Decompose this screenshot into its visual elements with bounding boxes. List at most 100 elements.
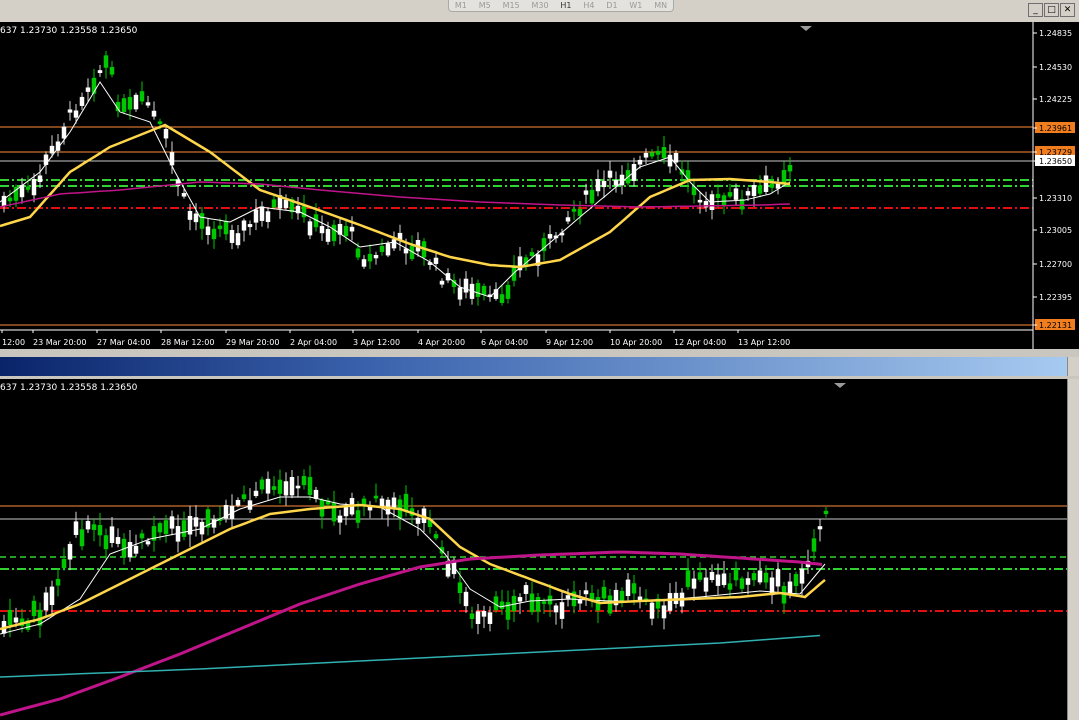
- candle-body: [823, 510, 829, 515]
- maximize-button[interactable]: □: [1044, 3, 1059, 17]
- candle-body: [457, 582, 463, 593]
- candle-body: [793, 574, 799, 587]
- candle-body: [751, 185, 757, 197]
- candle-body: [79, 96, 85, 106]
- ma-very-long-line: [0, 634, 821, 678]
- candle-body: [691, 186, 697, 196]
- candle-body: [55, 578, 61, 586]
- candle-body: [343, 226, 349, 237]
- candle-body: [25, 186, 31, 190]
- chart-window-h1-top[interactable]: 1.24835 1.24530 1.24225 1.23961 1.23729 1.236…: [0, 22, 1079, 349]
- candle-body: [733, 188, 739, 200]
- candle-body: [109, 66, 115, 75]
- candle-body: [727, 192, 733, 197]
- candle-body: [535, 597, 541, 612]
- candle-body: [91, 524, 97, 530]
- candle-body: [559, 602, 565, 619]
- candle-body: [241, 220, 247, 231]
- chart-canvas[interactable]: 1.248351.245301.242251.239611.237291.236…: [0, 22, 1079, 349]
- candle-body: [259, 479, 265, 490]
- tf-w1[interactable]: W1: [629, 1, 642, 11]
- candle-body: [139, 533, 145, 539]
- candle-body: [373, 495, 379, 499]
- candle-body: [583, 590, 589, 595]
- time-tick-label: 10 Apr 20:00: [610, 338, 662, 347]
- tf-h1[interactable]: H1: [560, 1, 571, 11]
- candle-body: [505, 284, 511, 299]
- candle-body: [697, 572, 703, 580]
- candle-body: [601, 586, 607, 599]
- candle-body: [685, 570, 691, 587]
- tf-m5[interactable]: M5: [479, 1, 491, 11]
- chart-window-h1-bottom[interactable]: 637 1.23730 1.23558 1.23650: [0, 379, 1079, 720]
- candle-body: [565, 217, 571, 222]
- candle-body: [169, 516, 175, 529]
- timeframe-toolbar: M1 M5 M15 M30 H1 H4 D1 W1 MN: [448, 0, 674, 12]
- time-tick-label: 23 Mar 20:00: [33, 338, 86, 347]
- price-tick-label: 1.23310: [1039, 194, 1072, 203]
- candle-body: [499, 294, 505, 303]
- candle-body: [439, 280, 445, 285]
- candle-body: [355, 248, 361, 258]
- minimize-button[interactable]: _: [1028, 3, 1043, 17]
- terminal-top-strip: M1 M5 M15 M30 H1 H4 D1 W1 MN _ □ ✕: [0, 0, 1079, 23]
- tf-m1[interactable]: M1: [455, 1, 467, 11]
- candle-body: [133, 545, 139, 554]
- candle-body: [481, 285, 487, 295]
- price-tick-label: 1.22700: [1039, 260, 1072, 269]
- time-tick-label: 3 Apr 12:00: [353, 338, 400, 347]
- candle-body: [271, 486, 277, 490]
- candle-body: [151, 110, 157, 117]
- candle-body: [373, 255, 379, 259]
- candle-body: [145, 102, 151, 106]
- right-scrollbar[interactable]: [1067, 379, 1079, 720]
- tf-mn[interactable]: MN: [654, 1, 667, 11]
- candle-body: [361, 259, 367, 267]
- candle-body: [127, 96, 133, 110]
- candle-body: [307, 221, 313, 236]
- chart-window-titlebar[interactable]: [0, 357, 1068, 376]
- chart-canvas-2[interactable]: [0, 379, 1079, 720]
- time-tick-label: 12 Apr 04:00: [674, 338, 726, 347]
- candle-body: [655, 150, 661, 155]
- tf-h4[interactable]: H4: [583, 1, 594, 11]
- candle-body: [259, 206, 265, 221]
- candle-body: [667, 593, 673, 611]
- candle-body: [271, 199, 277, 208]
- candle-body: [817, 526, 823, 530]
- candle-body: [757, 570, 763, 583]
- tf-m15[interactable]: M15: [503, 1, 520, 11]
- candle-body: [127, 542, 133, 558]
- triangle-down-icon: [834, 383, 846, 388]
- titlebar-scroll-button[interactable]: [1067, 357, 1079, 376]
- candle-body: [697, 199, 703, 203]
- candle-body: [253, 490, 259, 497]
- candle-body: [787, 164, 793, 172]
- candle-body: [31, 600, 37, 617]
- candle-body: [223, 220, 229, 235]
- candle-body: [745, 191, 751, 196]
- candle-body: [415, 517, 421, 524]
- candle-body: [733, 569, 739, 581]
- time-tick-label: 9 Apr 12:00: [546, 338, 593, 347]
- candle-body: [541, 601, 547, 604]
- tf-m30[interactable]: M30: [531, 1, 548, 11]
- candle-body: [61, 126, 67, 139]
- candle-body: [649, 602, 655, 619]
- candle-body: [85, 87, 91, 92]
- candle-body: [499, 601, 505, 609]
- candle-body: [703, 577, 709, 592]
- candle-body: [319, 226, 325, 234]
- candle-body: [487, 612, 493, 624]
- candle-body: [205, 226, 211, 236]
- candle-body: [235, 233, 241, 246]
- candle-body: [193, 213, 199, 223]
- candle-body: [361, 498, 367, 505]
- tf-d1[interactable]: D1: [606, 1, 617, 11]
- candle-body: [757, 185, 763, 194]
- candle-body: [799, 568, 805, 584]
- candle-body: [763, 175, 769, 192]
- close-button[interactable]: ✕: [1060, 3, 1075, 17]
- candle-body: [277, 479, 283, 494]
- candle-body: [643, 152, 649, 158]
